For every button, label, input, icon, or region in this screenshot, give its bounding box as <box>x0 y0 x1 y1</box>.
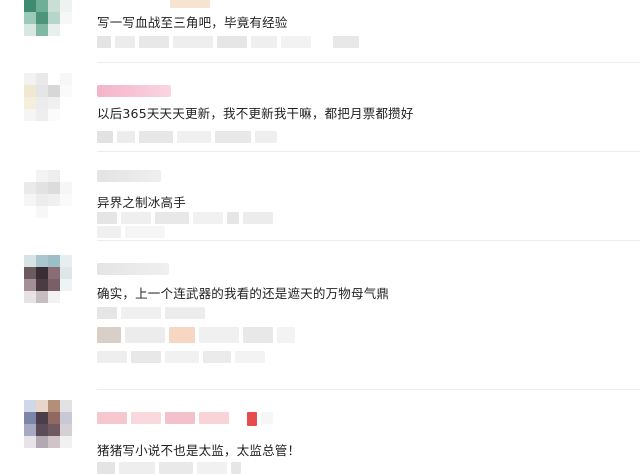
comment-meta-blur <box>97 131 277 143</box>
comment-item: 确实，上一个连武器的我看的还是遮天的万物母气鼎 <box>0 241 640 389</box>
comment-text: 以后365天天天更新，我不更新我干嘛，都把月票都攒好 <box>97 106 414 121</box>
avatar[interactable] <box>24 400 74 450</box>
username-blur[interactable] <box>97 85 171 97</box>
username-blur[interactable] <box>97 412 273 426</box>
reply-quote-blur <box>97 307 205 319</box>
comment-item: 写一写血战至三角吧，毕竟有经验 <box>0 0 640 62</box>
avatar[interactable] <box>24 170 72 218</box>
comment-text: 异界之制冰高手 <box>97 195 186 210</box>
username-blur[interactable] <box>97 170 161 182</box>
comment-meta-blur <box>97 226 165 238</box>
comment-item: 猪猪写小说不也是太监，太监总管！ <box>0 390 640 474</box>
reply-quote-blur <box>97 327 295 343</box>
comment-meta-blur <box>97 36 359 48</box>
comment-meta-blur <box>97 212 273 224</box>
comment-item: 异界之制冰高手 <box>0 152 640 240</box>
avatar[interactable] <box>24 73 72 121</box>
comment-item: 以后365天天天更新，我不更新我干嘛，都把月票都攒好 <box>0 63 640 151</box>
comment-meta-blur <box>97 462 241 474</box>
comment-text: 写一写血战至三角吧，毕竟有经验 <box>97 15 288 30</box>
username-blur[interactable] <box>97 263 169 275</box>
comment-text: 猪猪写小说不也是太监，太监总管！ <box>97 443 301 458</box>
avatar[interactable] <box>24 0 72 36</box>
comment-meta-blur <box>97 351 265 363</box>
avatar[interactable] <box>24 255 72 303</box>
username-blur[interactable] <box>170 0 210 8</box>
comment-text: 确实，上一个连武器的我看的还是遮天的万物母气鼎 <box>97 286 390 301</box>
